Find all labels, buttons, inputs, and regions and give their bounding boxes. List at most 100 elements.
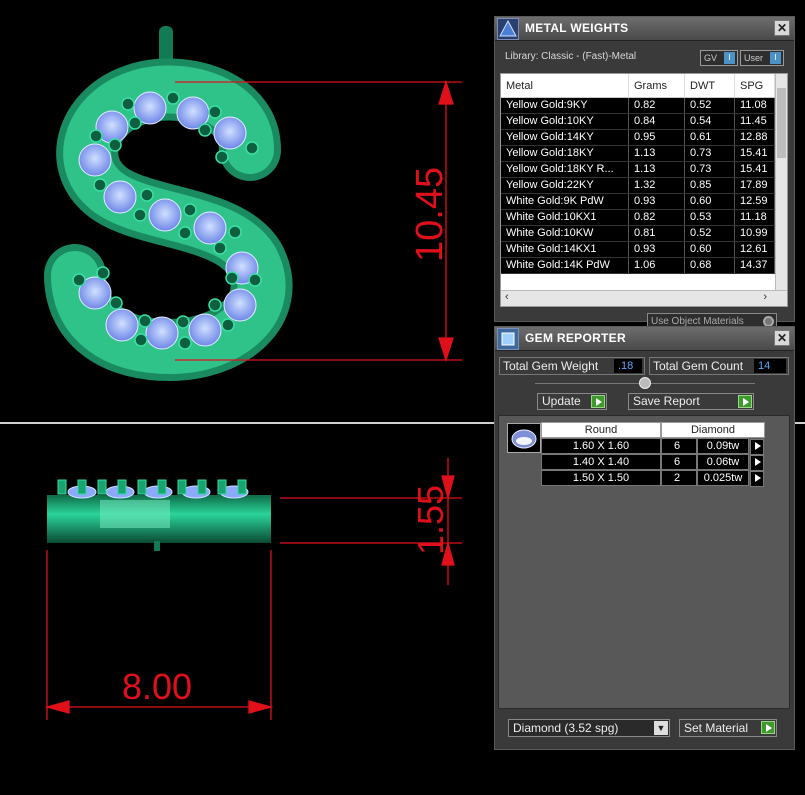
column-header-spg[interactable]: SPG — [735, 74, 775, 97]
metal-table-header: Metal Grams DWT SPG — [501, 74, 787, 98]
collapse-icon[interactable] — [639, 377, 651, 389]
gem-size-cell: 1.40 X 1.40 — [541, 454, 661, 470]
metal-weights-panel: METAL WEIGHTS ✕ Library: Classic - (Fast… — [494, 16, 795, 330]
pendant-top-view — [44, 26, 293, 382]
metal-table: Metal Grams DWT SPG Yellow Gold:9KY 0.82 0… — [500, 73, 788, 307]
metal-cell: Yellow Gold:18KY — [501, 146, 629, 161]
grams-cell: 1.32 — [629, 178, 685, 193]
update-label: Update — [542, 394, 581, 408]
column-header-dwt[interactable]: DWT — [685, 74, 735, 97]
table-row[interactable]: Yellow Gold:18KY 1.13 0.73 15.41 — [501, 146, 787, 162]
gem-weight-cell: 0.025tw — [697, 470, 749, 486]
play-icon — [738, 395, 752, 408]
grams-cell: 0.82 — [629, 98, 685, 113]
play-icon[interactable] — [750, 455, 764, 471]
close-icon[interactable]: ✕ — [774, 20, 790, 36]
table-row[interactable]: White Gold:14KX1 0.93 0.60 12.61 — [501, 242, 787, 258]
column-header-grams[interactable]: Grams — [629, 74, 685, 97]
set-material-button[interactable]: Set Material — [679, 719, 777, 737]
play-icon — [591, 395, 605, 408]
play-icon[interactable] — [750, 439, 764, 455]
table-row[interactable]: Yellow Gold:10KY 0.84 0.54 11.45 — [501, 114, 787, 130]
total-gem-weight-field: Total Gem Weight .18 — [499, 357, 645, 375]
material-select-value: Diamond (3.52 spg) — [513, 721, 619, 735]
gem-reporter-icon — [497, 328, 519, 350]
metal-cell: White Gold:14K PdW — [501, 258, 629, 273]
metal-cell: Yellow Gold:10KY — [501, 114, 629, 129]
dwt-cell: 0.60 — [685, 242, 735, 257]
dimension-thickness-label: 1.55 — [410, 485, 451, 555]
scroll-left-icon[interactable]: ‹ — [505, 291, 509, 303]
gem-size-cell: 1.60 X 1.60 — [541, 438, 661, 454]
metal-weights-titlebar[interactable]: METAL WEIGHTS ✕ — [495, 17, 794, 41]
play-icon — [761, 721, 775, 734]
dwt-cell: 0.53 — [685, 210, 735, 225]
gem-count-cell: 6 — [661, 438, 697, 454]
dwt-cell: 0.54 — [685, 114, 735, 129]
round-diamond-icon[interactable] — [507, 423, 541, 453]
total-gem-count-label: Total Gem Count — [653, 359, 744, 373]
table-row[interactable]: White Gold:9K PdW 0.93 0.60 12.59 — [501, 194, 787, 210]
scroll-right-icon[interactable]: › — [763, 291, 767, 303]
spg-cell: 12.59 — [735, 194, 775, 209]
dwt-cell: 0.68 — [685, 258, 735, 273]
grams-cell: 0.81 — [629, 226, 685, 241]
update-button[interactable]: Update — [537, 393, 607, 410]
spg-cell: 11.08 — [735, 98, 775, 113]
gem-reporter-title: GEM REPORTER — [525, 331, 626, 345]
user-toggle[interactable]: User I — [740, 50, 784, 66]
gem-material-header: Diamond — [661, 422, 765, 438]
column-header-metal[interactable]: Metal — [501, 74, 629, 97]
metal-cell: White Gold:10KW — [501, 226, 629, 241]
horizontal-scrollbar[interactable]: ‹ › — [501, 290, 787, 306]
user-toggle-label: User — [744, 53, 764, 63]
vertical-scrollbar[interactable] — [775, 74, 787, 290]
close-icon[interactable]: ✕ — [774, 330, 790, 346]
save-report-button[interactable]: Save Report — [628, 393, 754, 410]
dwt-cell: 0.73 — [685, 146, 735, 161]
gem-count-cell: 6 — [661, 454, 697, 470]
grams-cell: 0.82 — [629, 210, 685, 225]
spg-cell: 11.45 — [735, 114, 775, 129]
grams-cell: 0.93 — [629, 194, 685, 209]
table-row[interactable]: White Gold:14K PdW 1.06 0.68 14.37 — [501, 258, 787, 274]
grams-cell: 0.95 — [629, 130, 685, 145]
metal-cell: White Gold:10KX1 — [501, 210, 629, 225]
metal-cell: Yellow Gold:22KY — [501, 178, 629, 193]
gem-count-cell: 2 — [661, 470, 697, 486]
spg-cell: 14.37 — [735, 258, 775, 273]
metal-cell: White Gold:9K PdW — [501, 194, 629, 209]
gv-toggle-label: GV — [704, 53, 718, 63]
dimension-height-label: 10.45 — [409, 167, 451, 262]
toggle-indicator-icon: I — [724, 52, 735, 64]
scrollbar-thumb[interactable] — [777, 88, 786, 158]
spg-cell: 15.41 — [735, 162, 775, 177]
table-row[interactable]: Yellow Gold:22KY 1.32 0.85 17.89 — [501, 178, 787, 194]
total-gem-count-field: Total Gem Count 14 — [649, 357, 789, 375]
total-gem-count-value: 14 — [754, 359, 786, 373]
spg-cell: 12.61 — [735, 242, 775, 257]
table-row[interactable]: Yellow Gold:9KY 0.82 0.52 11.08 — [501, 98, 787, 114]
spg-cell: 17.89 — [735, 178, 775, 193]
grams-cell: 1.06 — [629, 258, 685, 273]
gem-weight-cell: 0.09tw — [697, 438, 749, 454]
metal-weights-icon — [497, 18, 519, 40]
gem-reporter-panel: GEM REPORTER ✕ Total Gem Weight .18 Tota… — [494, 326, 795, 750]
dwt-cell: 0.85 — [685, 178, 735, 193]
spg-cell: 11.18 — [735, 210, 775, 225]
table-row[interactable]: White Gold:10KW 0.81 0.52 10.99 — [501, 226, 787, 242]
toggle-indicator-icon: I — [770, 52, 781, 64]
grams-cell: 0.93 — [629, 242, 685, 257]
table-row[interactable]: White Gold:10KX1 0.82 0.53 11.18 — [501, 210, 787, 226]
metal-table-body: Yellow Gold:9KY 0.82 0.52 11.08 Yellow Gold:… — [501, 98, 787, 274]
play-icon[interactable] — [750, 471, 764, 487]
library-label: Library: Classic - (Fast)-Metal — [505, 51, 637, 62]
table-row[interactable]: Yellow Gold:18KY R... 1.13 0.73 15.41 — [501, 162, 787, 178]
dwt-cell: 0.73 — [685, 162, 735, 177]
metal-cell: Yellow Gold:14KY — [501, 130, 629, 145]
total-gem-weight-value: .18 — [614, 359, 642, 373]
table-row[interactable]: Yellow Gold:14KY 0.95 0.61 12.88 — [501, 130, 787, 146]
gv-toggle[interactable]: GV I — [700, 50, 738, 66]
material-select[interactable]: Diamond (3.52 spg) ▼ — [508, 719, 670, 737]
gem-reporter-titlebar[interactable]: GEM REPORTER ✕ — [495, 327, 794, 351]
